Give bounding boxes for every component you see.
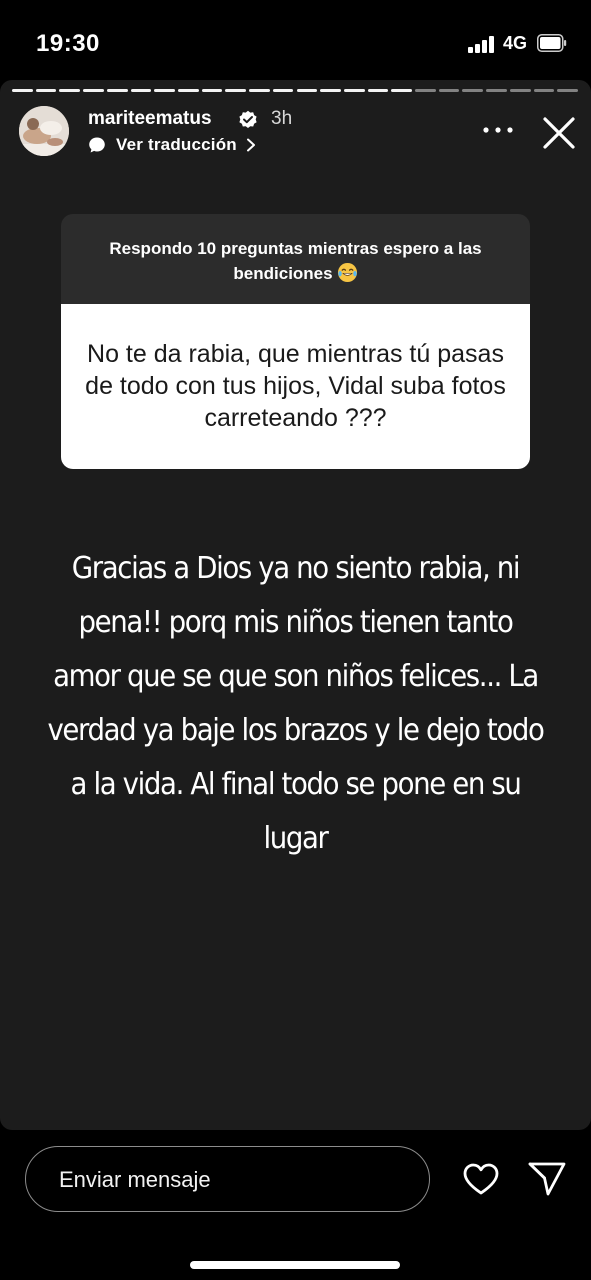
send-message-input[interactable]: Enviar mensaje bbox=[25, 1146, 430, 1212]
question-sticker-header: Respondo 10 preguntas mientras espero a … bbox=[61, 214, 530, 304]
username[interactable]: mariteematus bbox=[88, 108, 212, 130]
story-progress-segment bbox=[462, 89, 484, 92]
chevron-right-icon bbox=[246, 138, 255, 152]
story-progress-segment bbox=[106, 89, 128, 92]
question-sticker-body: No te da rabia, que mientras tú pasas de… bbox=[61, 304, 530, 469]
question-text: No te da rabia, que mientras tú pasas de… bbox=[85, 340, 506, 432]
cellular-signal-icon bbox=[468, 35, 496, 53]
speech-bubble-icon bbox=[89, 137, 105, 153]
story-progress-segment bbox=[59, 89, 81, 92]
laughing-tears-emoji-icon bbox=[337, 262, 357, 283]
story-progress-segment bbox=[154, 89, 175, 92]
story-progress-segment bbox=[557, 89, 578, 92]
story-progress-segment bbox=[296, 89, 318, 92]
story-progress-segment bbox=[367, 89, 389, 92]
story-progress-segment bbox=[486, 89, 507, 92]
more-options-icon[interactable] bbox=[480, 122, 516, 138]
question-prompt: Respondo 10 preguntas mientras espero a … bbox=[81, 236, 510, 286]
story-progress-segment bbox=[12, 89, 33, 92]
status-bar: 19:30 4G bbox=[0, 0, 591, 80]
story-progress-segment bbox=[533, 89, 555, 92]
story-progress-segment bbox=[509, 89, 531, 92]
question-sticker[interactable]: Respondo 10 preguntas mientras espero a … bbox=[61, 214, 530, 469]
story-progress-segment bbox=[391, 89, 413, 92]
question-prompt-text: Respondo 10 preguntas mientras espero a … bbox=[109, 239, 482, 283]
battery-icon bbox=[537, 34, 567, 52]
status-time: 19:30 bbox=[36, 30, 100, 57]
send-message-placeholder: Enviar mensaje bbox=[59, 1167, 211, 1192]
avatar[interactable] bbox=[19, 106, 69, 156]
story-progress-segment bbox=[177, 89, 199, 92]
home-indicator[interactable] bbox=[190, 1261, 400, 1269]
story-progress-segment bbox=[415, 89, 436, 92]
story-progress-segment bbox=[249, 89, 270, 92]
story-footer: Enviar mensaje bbox=[0, 1130, 591, 1280]
story-viewer[interactable]: mariteematus 3h Ver traducción Respondo … bbox=[0, 80, 591, 1130]
story-progress-segment bbox=[225, 89, 247, 92]
story-progress-segment bbox=[438, 89, 460, 92]
close-icon[interactable] bbox=[540, 114, 578, 152]
story-progress-segment bbox=[130, 89, 152, 92]
send-icon[interactable] bbox=[527, 1160, 567, 1198]
story-progress-segment bbox=[320, 89, 341, 92]
story-answer-text: Gracias a Dios ya no siento rabia, ni pe… bbox=[47, 551, 544, 856]
network-type: 4G bbox=[503, 33, 528, 53]
story-timestamp: 3h bbox=[271, 108, 293, 129]
verified-badge-icon bbox=[239, 110, 257, 128]
avatar-image bbox=[19, 106, 69, 156]
see-translation-button[interactable]: Ver traducción bbox=[88, 134, 257, 156]
story-progress-segment bbox=[35, 89, 57, 92]
see-translation-label: Ver traducción bbox=[116, 135, 237, 154]
story-progress-segment bbox=[272, 89, 294, 92]
story-progress-bar bbox=[12, 89, 578, 92]
heart-icon[interactable] bbox=[462, 1162, 500, 1196]
story-progress-segment bbox=[83, 89, 104, 92]
story-progress-segment bbox=[343, 89, 365, 92]
story-progress-segment bbox=[201, 89, 223, 92]
